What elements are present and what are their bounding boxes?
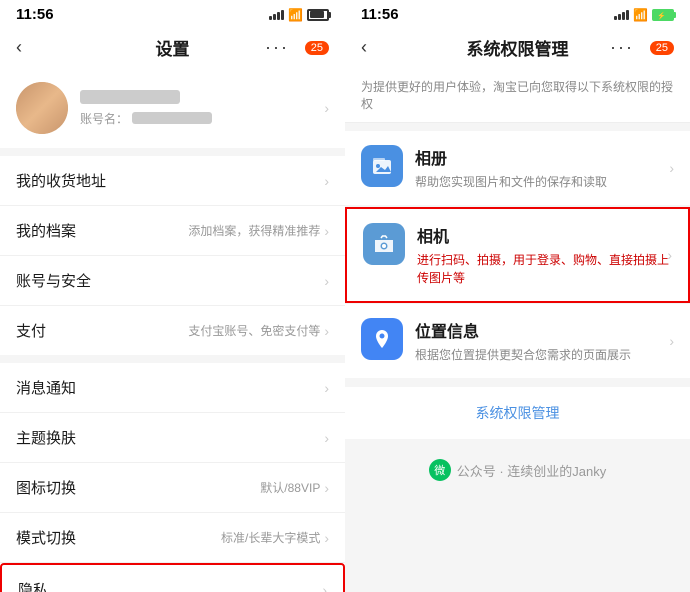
permission-location[interactable]: 位置信息 根据您位置提供更契合您需求的页面展示 ›	[345, 304, 690, 378]
menu-chevron-address: ›	[324, 173, 329, 189]
menu-item-profile[interactable]: 我的档案 添加档案，获得精准推荐 ›	[0, 206, 345, 256]
location-svg	[371, 328, 393, 350]
menu-chevron-payment: ›	[324, 323, 329, 339]
album-content: 相册 帮助您实现图片和文件的保存和读取	[415, 145, 674, 191]
right-panel: 11:56 📶 ⚡ ‹ 系统权限管理 ··· 25 为提供更好的用户体验，淘宝已…	[345, 0, 690, 592]
menu-item-notification[interactable]: 消息通知 ›	[0, 363, 345, 413]
right-back-button[interactable]: ‹	[361, 37, 367, 58]
profile-info: 账号名：	[80, 90, 324, 127]
settings-menu-2: 消息通知 › 主题换肤 › 图标切换 默认/88VIP › 模式切换 标准/长辈…	[0, 363, 345, 592]
album-icon	[361, 145, 403, 187]
menu-item-account-security[interactable]: 账号与安全 ›	[0, 256, 345, 306]
settings-menu: 我的收货地址 › 我的档案 添加档案，获得精准推荐 › 账号与安全 › 支付 支…	[0, 156, 345, 355]
left-more-button[interactable]: ···	[265, 37, 289, 58]
menu-item-address[interactable]: 我的收货地址 ›	[0, 156, 345, 206]
right-signal-icon	[614, 10, 629, 20]
menu-item-theme[interactable]: 主题换肤 ›	[0, 413, 345, 463]
avatar	[16, 82, 68, 134]
wifi-icon: 📶	[288, 8, 303, 22]
menu-chevron-privacy: ›	[322, 582, 327, 592]
profile-chevron: ›	[324, 100, 329, 116]
location-chevron: ›	[669, 333, 674, 349]
left-badge: 25	[305, 41, 329, 55]
menu-item-icon-switch[interactable]: 图标切换 默认/88VIP ›	[0, 463, 345, 513]
left-nav-bar: ‹ 设置 ··· 25	[0, 27, 345, 68]
menu-chevron-profile: ›	[324, 223, 329, 239]
right-time: 11:56	[361, 6, 399, 23]
camera-svg	[373, 233, 395, 255]
left-status-icons: 📶	[269, 8, 329, 22]
permission-description: 为提供更好的用户体验，淘宝已向您取得以下系统权限的授权	[345, 68, 690, 123]
account-value-blur	[132, 112, 212, 124]
menu-chevron-mode: ›	[324, 530, 329, 546]
right-nav-bar: ‹ 系统权限管理 ··· 25	[345, 27, 690, 68]
account-label: 账号名：	[80, 110, 128, 127]
permission-camera[interactable]: 相机 进行扫码、拍摄，用于登录、购物、直接拍摄上传图片等 ›	[345, 207, 690, 303]
camera-icon	[363, 223, 405, 265]
album-svg	[371, 155, 393, 177]
battery-icon	[307, 9, 329, 21]
permission-album[interactable]: 相册 帮助您实现图片和文件的保存和读取 ›	[345, 131, 690, 205]
location-content: 位置信息 根据您位置提供更契合您需求的页面展示	[415, 318, 674, 364]
left-back-button[interactable]: ‹	[16, 37, 22, 58]
album-chevron: ›	[669, 160, 674, 176]
menu-item-mode-switch[interactable]: 模式切换 标准/长辈大字模式 ›	[0, 513, 345, 563]
menu-chevron-icon: ›	[324, 480, 329, 496]
system-permission-link[interactable]: 系统权限管理	[345, 387, 690, 439]
menu-chevron-theme: ›	[324, 430, 329, 446]
menu-item-payment[interactable]: 支付 支付宝账号、免密支付等 ›	[0, 306, 345, 355]
right-status-icons: 📶 ⚡	[614, 8, 674, 22]
left-time: 11:56	[16, 6, 54, 23]
menu-chevron-account: ›	[324, 273, 329, 289]
wechat-icon: 微	[429, 459, 451, 481]
left-status-bar: 11:56 📶	[0, 0, 345, 27]
left-panel: 11:56 📶 ‹ 设置 ··· 25 账	[0, 0, 345, 592]
right-page-title: 系统权限管理	[467, 35, 569, 60]
signal-icon	[269, 10, 284, 20]
left-page-title: 设置	[156, 35, 190, 60]
right-badge: 25	[650, 41, 674, 55]
menu-item-privacy[interactable]: 隐私 ›	[0, 563, 345, 592]
right-status-bar: 11:56 📶 ⚡	[345, 0, 690, 27]
wechat-bar: 微 公众号 · 连续创业的Janky	[345, 447, 690, 493]
camera-content: 相机 进行扫码、拍摄，用于登录、购物、直接拍摄上传图片等	[417, 223, 672, 287]
username-blur	[80, 90, 180, 104]
camera-chevron: ›	[667, 247, 672, 263]
wechat-text: 公众号 · 连续创业的Janky	[457, 461, 607, 480]
profile-section[interactable]: 账号名： ›	[0, 68, 345, 148]
right-more-button[interactable]: ···	[610, 37, 634, 58]
right-wifi-icon: 📶	[633, 8, 648, 22]
right-battery-icon: ⚡	[652, 9, 674, 21]
location-icon	[361, 318, 403, 360]
menu-chevron-notification: ›	[324, 380, 329, 396]
